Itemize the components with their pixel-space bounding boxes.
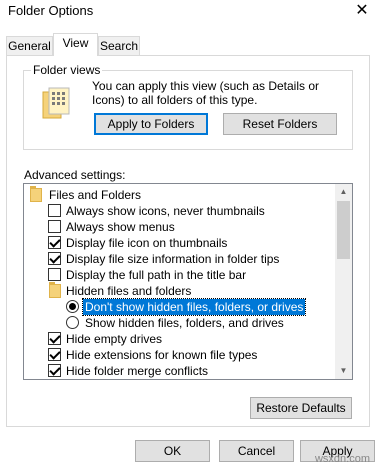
scroll-up-icon[interactable]: ▲ — [335, 184, 352, 200]
close-icon[interactable]: ✕ — [351, 0, 373, 22]
checkbox[interactable] — [48, 348, 61, 361]
folder-views-description: You can apply this view (such as Details… — [92, 79, 320, 107]
radio-button[interactable] — [66, 316, 79, 329]
window-title: Folder Options — [8, 3, 94, 18]
scroll-down-icon[interactable]: ▼ — [335, 363, 352, 379]
checkbox[interactable] — [48, 364, 61, 377]
folder-views-icon — [42, 87, 70, 119]
advanced-settings-list[interactable]: Files and Folders Always show icons, nev… — [23, 183, 353, 380]
checkbox[interactable] — [48, 204, 61, 217]
tab-general[interactable]: General — [6, 36, 53, 56]
reset-folders-button[interactable]: Reset Folders — [223, 113, 337, 135]
advanced-settings-label: Advanced settings: — [24, 168, 126, 182]
tab-view[interactable]: View — [53, 33, 98, 56]
checkbox[interactable] — [48, 268, 61, 281]
folder-icon — [49, 282, 61, 298]
checkbox[interactable] — [48, 236, 61, 249]
cancel-button[interactable]: Cancel — [219, 440, 294, 462]
tab-search[interactable]: Search — [98, 36, 140, 56]
watermark: wsxdn.com — [314, 453, 370, 465]
scrollbar-thumb[interactable] — [337, 201, 350, 259]
checkbox[interactable] — [48, 252, 61, 265]
folder-icon — [30, 186, 42, 202]
checkbox[interactable] — [48, 220, 61, 233]
folder-views-title: Folder views — [31, 63, 103, 77]
checkbox[interactable] — [48, 332, 61, 345]
ok-button[interactable]: OK — [135, 440, 210, 462]
radio-button[interactable] — [66, 300, 79, 313]
restore-defaults-button[interactable]: Restore Defaults — [250, 397, 352, 419]
apply-to-folders-button[interactable]: Apply to Folders — [94, 113, 208, 135]
